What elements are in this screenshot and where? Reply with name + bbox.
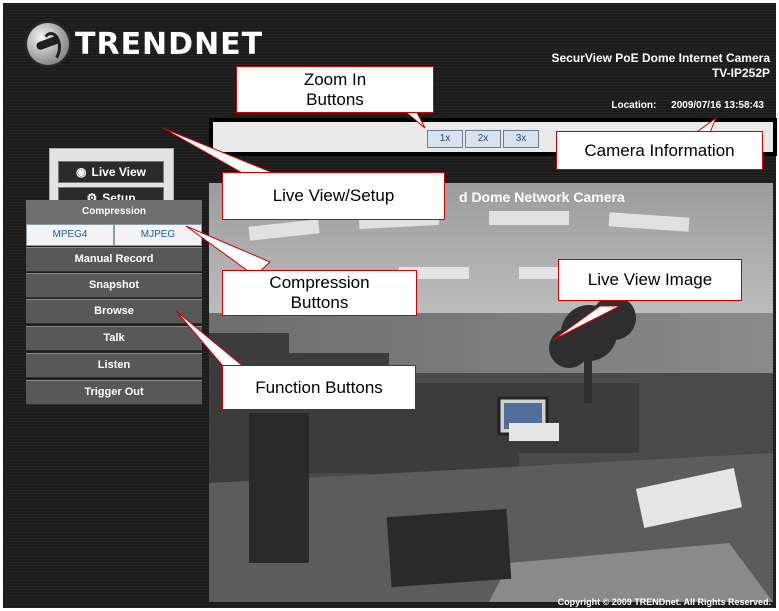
live-image-callout-pointer [552, 305, 621, 341]
compression-callout-pointer [185, 225, 271, 277]
function-callout: Function Buttons [222, 365, 416, 410]
camera-info-callout: Camera Information [556, 131, 763, 170]
compression-callout: Compression Buttons [222, 270, 417, 316]
live-view-setup-callout: Live View/Setup [222, 172, 445, 220]
live-image-callout: Live View Image [558, 259, 742, 301]
zoom-callout: Zoom In Buttons [236, 66, 434, 113]
screenshot-frame: TRENDNET SecurView PoE Dome Internet Cam… [0, 0, 779, 611]
